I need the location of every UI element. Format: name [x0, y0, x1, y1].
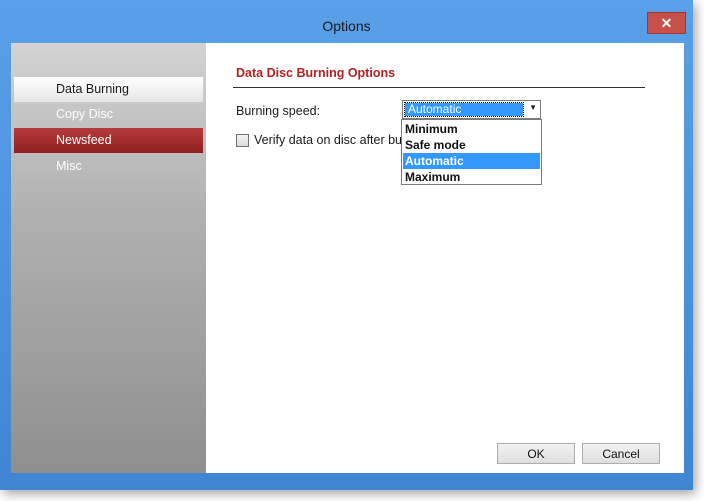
close-button[interactable]: ✕ — [647, 12, 686, 34]
section-divider — [233, 87, 645, 88]
section-title: Data Disc Burning Options — [236, 66, 396, 80]
sidebar-item-newsfeed[interactable]: Newsfeed — [14, 128, 203, 153]
burning-speed-label: Burning speed: — [236, 104, 321, 118]
close-icon: ✕ — [660, 14, 673, 31]
dropdown-option-automatic[interactable]: Automatic — [403, 153, 540, 169]
title-bar[interactable]: Options ✕ — [0, 0, 693, 44]
dropdown-option-minimum[interactable]: Minimum — [403, 121, 540, 137]
burning-speed-dropdown-list: Minimum Safe mode Automatic Maximum — [401, 119, 542, 185]
ok-button[interactable]: OK — [497, 443, 575, 464]
verify-data-checkbox[interactable] — [236, 134, 249, 147]
burning-speed-select[interactable]: Automatic ▼ — [402, 100, 541, 119]
cancel-button[interactable]: Cancel — [582, 443, 660, 464]
sidebar-item-copy-disc[interactable]: Copy Disc — [14, 102, 203, 127]
dropdown-option-maximum[interactable]: Maximum — [403, 169, 540, 185]
burning-speed-selected-value: Automatic — [404, 102, 524, 117]
window-title: Options — [322, 18, 371, 34]
sidebar-item-misc[interactable]: Misc — [14, 154, 203, 179]
dropdown-option-safe-mode[interactable]: Safe mode — [403, 137, 540, 153]
verify-data-label: Verify data on disc after burnir — [254, 133, 401, 147]
sidebar-item-data-burning[interactable]: Data Burning — [14, 77, 203, 102]
chevron-down-icon[interactable]: ▼ — [529, 103, 537, 112]
